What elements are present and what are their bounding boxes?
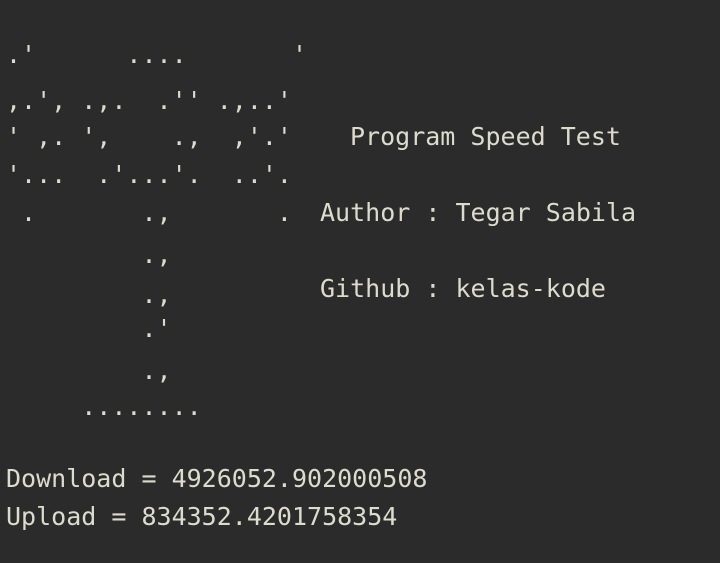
- ascii-art-line-5: . ., .: [6, 198, 292, 227]
- terminal-window: .' .... ' ,.', .,. .'' .,..' ' ,. ', ., …: [0, 0, 720, 563]
- ascii-art-line-9: .,: [6, 356, 172, 385]
- ascii-art-line-6: .,: [6, 240, 172, 269]
- ascii-art-line-7: .,: [6, 280, 172, 309]
- ascii-art-line-10: ........: [6, 392, 202, 421]
- ascii-art-line-4: '... .'...'. ..'.: [6, 160, 292, 189]
- program-title: Program Speed Test: [350, 122, 621, 151]
- author-line: Author : Tegar Sabila: [320, 198, 637, 227]
- upload-result: Upload = 834352.4201758354: [6, 502, 398, 531]
- github-line: Github : kelas-kode: [320, 274, 606, 303]
- download-result: Download = 4926052.902000508: [6, 464, 428, 493]
- ascii-art-line-1: .' .... ': [6, 40, 308, 69]
- ascii-art-line-3: ' ,. ', ., ,'.': [6, 122, 292, 151]
- ascii-art-line-2: ,.', .,. .'' .,..': [6, 86, 292, 115]
- ascii-art-line-8: .': [6, 314, 172, 343]
